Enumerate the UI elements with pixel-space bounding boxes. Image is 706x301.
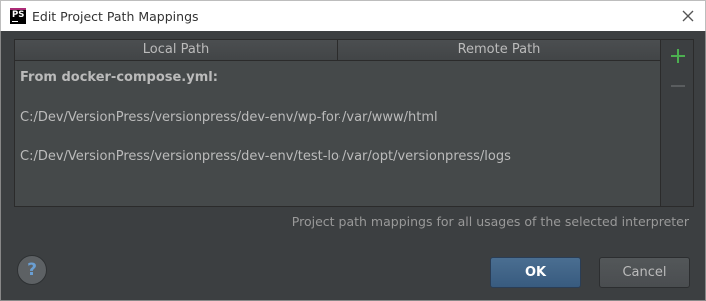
table-body: From docker-compose.yml: C:/Dev/VersionP… bbox=[15, 61, 660, 206]
column-header-local-path[interactable]: Local Path bbox=[15, 40, 338, 61]
close-icon[interactable] bbox=[679, 7, 697, 25]
table-row[interactable]: C:/Dev/VersionPress/versionpress/dev-env… bbox=[15, 149, 660, 169]
title-bar: PS Edit Project Path Mappings bbox=[0, 0, 706, 31]
phpstorm-logo-icon: PS bbox=[10, 8, 26, 24]
ok-button[interactable]: OK bbox=[490, 257, 581, 288]
group-label: From docker-compose.yml: bbox=[20, 70, 218, 85]
remote-path-cell[interactable]: /var/opt/versionpress/logs bbox=[342, 149, 660, 164]
table-row[interactable]: C:/Dev/VersionPress/versionpress/dev-env… bbox=[15, 110, 660, 130]
local-path-cell[interactable]: C:/Dev/VersionPress/versionpress/dev-env… bbox=[20, 149, 340, 164]
window-title: Edit Project Path Mappings bbox=[32, 9, 199, 24]
table-header: Local Path Remote Path bbox=[15, 40, 660, 61]
table-toolbar bbox=[660, 40, 693, 206]
hint-text: Project path mappings for all usages of … bbox=[291, 214, 689, 229]
help-icon: ? bbox=[27, 260, 37, 280]
path-mappings-table: Local Path Remote Path From docker-compo… bbox=[14, 39, 694, 207]
dialog-content: Local Path Remote Path From docker-compo… bbox=[0, 31, 706, 301]
remote-path-cell[interactable]: /var/www/html bbox=[342, 110, 660, 125]
plus-icon[interactable] bbox=[669, 47, 687, 65]
column-header-remote-path[interactable]: Remote Path bbox=[338, 40, 660, 61]
minus-icon[interactable] bbox=[669, 77, 687, 95]
app-icon-text: PS bbox=[12, 10, 25, 20]
local-path-cell[interactable]: C:/Dev/VersionPress/versionpress/dev-env… bbox=[20, 110, 340, 125]
cancel-button[interactable]: Cancel bbox=[599, 257, 690, 288]
help-button[interactable]: ? bbox=[17, 255, 47, 285]
